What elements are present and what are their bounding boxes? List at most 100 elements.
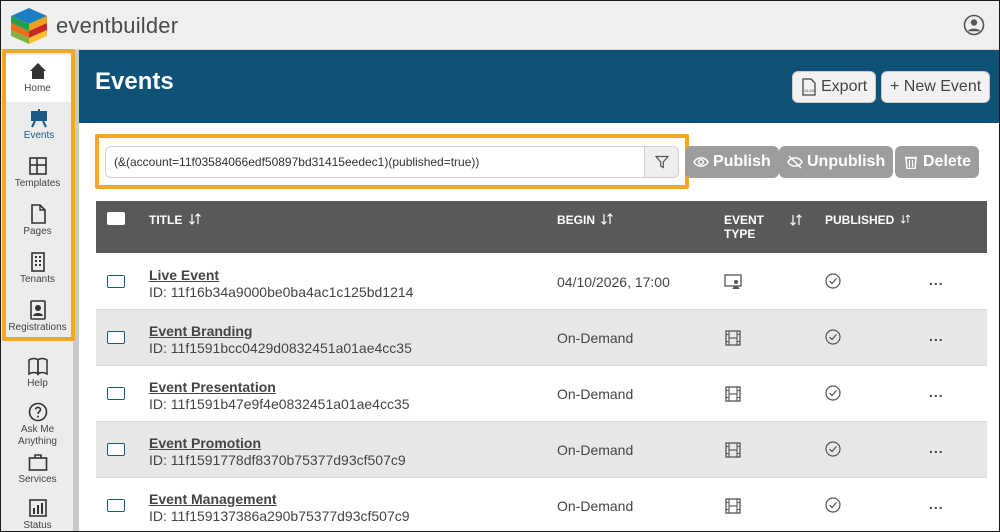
table-header: TITLE BEGIN EVENT TYPE PUBLISHED (96, 201, 987, 253)
row-checkbox[interactable] (107, 443, 125, 456)
sidebar-item-help[interactable]: Help (3, 350, 72, 397)
column-event-type-header[interactable]: EVENT TYPE (724, 213, 764, 241)
sort-icon[interactable] (600, 213, 614, 225)
sidebar-item-services[interactable]: Services (3, 446, 72, 493)
sidebar-item-ask-me-anything[interactable]: Ask Me Anything (3, 396, 72, 448)
event-title-link[interactable]: Event Promotion (149, 435, 261, 451)
export-button[interactable]: XLSX Export (792, 71, 877, 103)
page-title: Events (95, 68, 174, 95)
xlsx-file-icon: XLSX (802, 78, 816, 96)
row-checkbox[interactable] (107, 331, 125, 344)
status-icon (28, 499, 47, 517)
more-options-button[interactable]: ... (929, 272, 944, 288)
event-title-link[interactable]: Event Management (149, 491, 277, 507)
delete-label: Delete (923, 153, 972, 170)
sidebar-item-templates[interactable]: Templates (3, 150, 72, 197)
event-id: ID: 11f1591b47e9f4e0832451a01ae4cc35 (149, 396, 410, 412)
sort-icon[interactable] (188, 213, 202, 225)
easel-icon (31, 109, 47, 128)
event-id: ID: 11f16b34a9000be0ba4ac1c125bd1214 (149, 284, 414, 300)
event-title-link[interactable]: Live Event (149, 267, 219, 283)
publish-label: Publish (713, 153, 771, 170)
event-id: ID: 11f1591bcc0429d0832451a01ae4cc35 (149, 340, 412, 356)
sidebar-item-pages[interactable]: Pages (3, 198, 72, 245)
export-label: Export (821, 78, 868, 95)
film-icon (725, 498, 741, 514)
table-row[interactable]: Event Management ID: 11f159137386a290b75… (96, 478, 987, 531)
column-title-header[interactable]: TITLE (149, 213, 202, 227)
published-check-icon (825, 329, 841, 345)
column-event-type-label-1: EVENT (724, 213, 765, 227)
table-row[interactable]: Live Event ID: 11f16b34a9000be0ba4ac1c12… (96, 254, 987, 310)
published-check-icon (825, 385, 841, 401)
sidebar-item-label: Registrations (8, 322, 67, 333)
table-row[interactable]: Event Presentation ID: 11f1591b47e9f4e08… (96, 366, 987, 422)
new-event-button[interactable]: + New Event (881, 71, 991, 103)
film-icon (725, 442, 741, 458)
film-icon (725, 386, 741, 402)
user-account-icon[interactable] (963, 14, 985, 36)
column-published-label: PUBLISHED (825, 213, 895, 227)
event-begin: On-Demand (557, 498, 634, 514)
eventbuilder-logo-icon[interactable] (9, 6, 49, 46)
layout-icon (28, 157, 47, 175)
home-icon (29, 63, 46, 79)
table-row[interactable]: Event Promotion ID: 11f1591778df8370b753… (96, 422, 987, 478)
sidebar-item-label: Home (24, 83, 51, 94)
more-options-button[interactable]: ... (929, 496, 944, 512)
published-check-icon (825, 441, 841, 457)
sidebar-item-status[interactable]: Status (3, 492, 72, 531)
event-begin: On-Demand (557, 330, 634, 346)
column-title-label: TITLE (149, 213, 183, 227)
filter-button[interactable] (644, 147, 678, 177)
sidebar-item-home[interactable]: Home (3, 55, 72, 102)
sort-icon[interactable] (789, 214, 803, 226)
publish-button[interactable]: Publish (685, 146, 779, 178)
app-window: eventbuilder Home Events Templates Pages… (0, 0, 1000, 532)
page-icon (30, 204, 46, 224)
row-checkbox[interactable] (107, 499, 125, 512)
column-published-header[interactable]: PUBLISHED (825, 213, 911, 227)
filter-icon (654, 155, 669, 169)
more-options-button[interactable]: ... (929, 328, 944, 344)
event-begin: On-Demand (557, 442, 634, 458)
sidebar-item-label: Pages (23, 226, 52, 237)
row-checkbox[interactable] (107, 387, 125, 400)
eye-slash-icon (787, 155, 803, 169)
top-bar: eventbuilder (1, 1, 999, 50)
sidebar: Home Events Templates Pages Tenants Regi… (1, 50, 79, 531)
sidebar-item-label: Services (18, 474, 57, 485)
trash-icon (905, 156, 917, 169)
table-row[interactable]: Event Branding ID: 11f1591bcc0429d083245… (96, 310, 987, 366)
sidebar-item-events[interactable]: Events (3, 102, 72, 149)
unpublish-button[interactable]: Unpublish (779, 146, 894, 178)
sidebar-item-label: Templates (14, 178, 61, 189)
event-title-link[interactable]: Event Presentation (149, 379, 276, 395)
sidebar-item-label: Ask Me Anything (18, 424, 57, 447)
sidebar-item-label: Tenants (19, 274, 56, 285)
briefcase-icon (28, 454, 47, 471)
id-badge-icon (29, 300, 46, 320)
sidebar-item-label: Events (23, 130, 55, 141)
svg-text:XLSX: XLSX (804, 88, 815, 93)
building-icon (30, 252, 45, 272)
row-checkbox[interactable] (107, 275, 125, 288)
brand-name: eventbuilder (56, 13, 179, 38)
event-id: ID: 11f159137386a290b75377d93cf507c9 (149, 508, 410, 524)
book-icon (27, 357, 48, 376)
unpublish-label: Unpublish (807, 153, 886, 170)
search-filter-input[interactable] (114, 147, 642, 177)
sidebar-item-tenants[interactable]: Tenants (3, 246, 72, 293)
more-options-button[interactable]: ... (929, 384, 944, 400)
sidebar-item-registrations[interactable]: Registrations (3, 294, 72, 341)
column-begin-header[interactable]: BEGIN (557, 213, 614, 227)
published-check-icon (825, 497, 841, 513)
event-begin: On-Demand (557, 386, 634, 402)
question-icon (28, 402, 47, 422)
delete-button[interactable]: Delete (895, 146, 980, 178)
more-options-button[interactable]: ... (929, 440, 944, 456)
event-title-link[interactable]: Event Branding (149, 323, 252, 339)
select-all-checkbox[interactable] (107, 212, 125, 225)
live-presenter-icon (724, 274, 742, 289)
sort-icon[interactable] (900, 213, 911, 225)
